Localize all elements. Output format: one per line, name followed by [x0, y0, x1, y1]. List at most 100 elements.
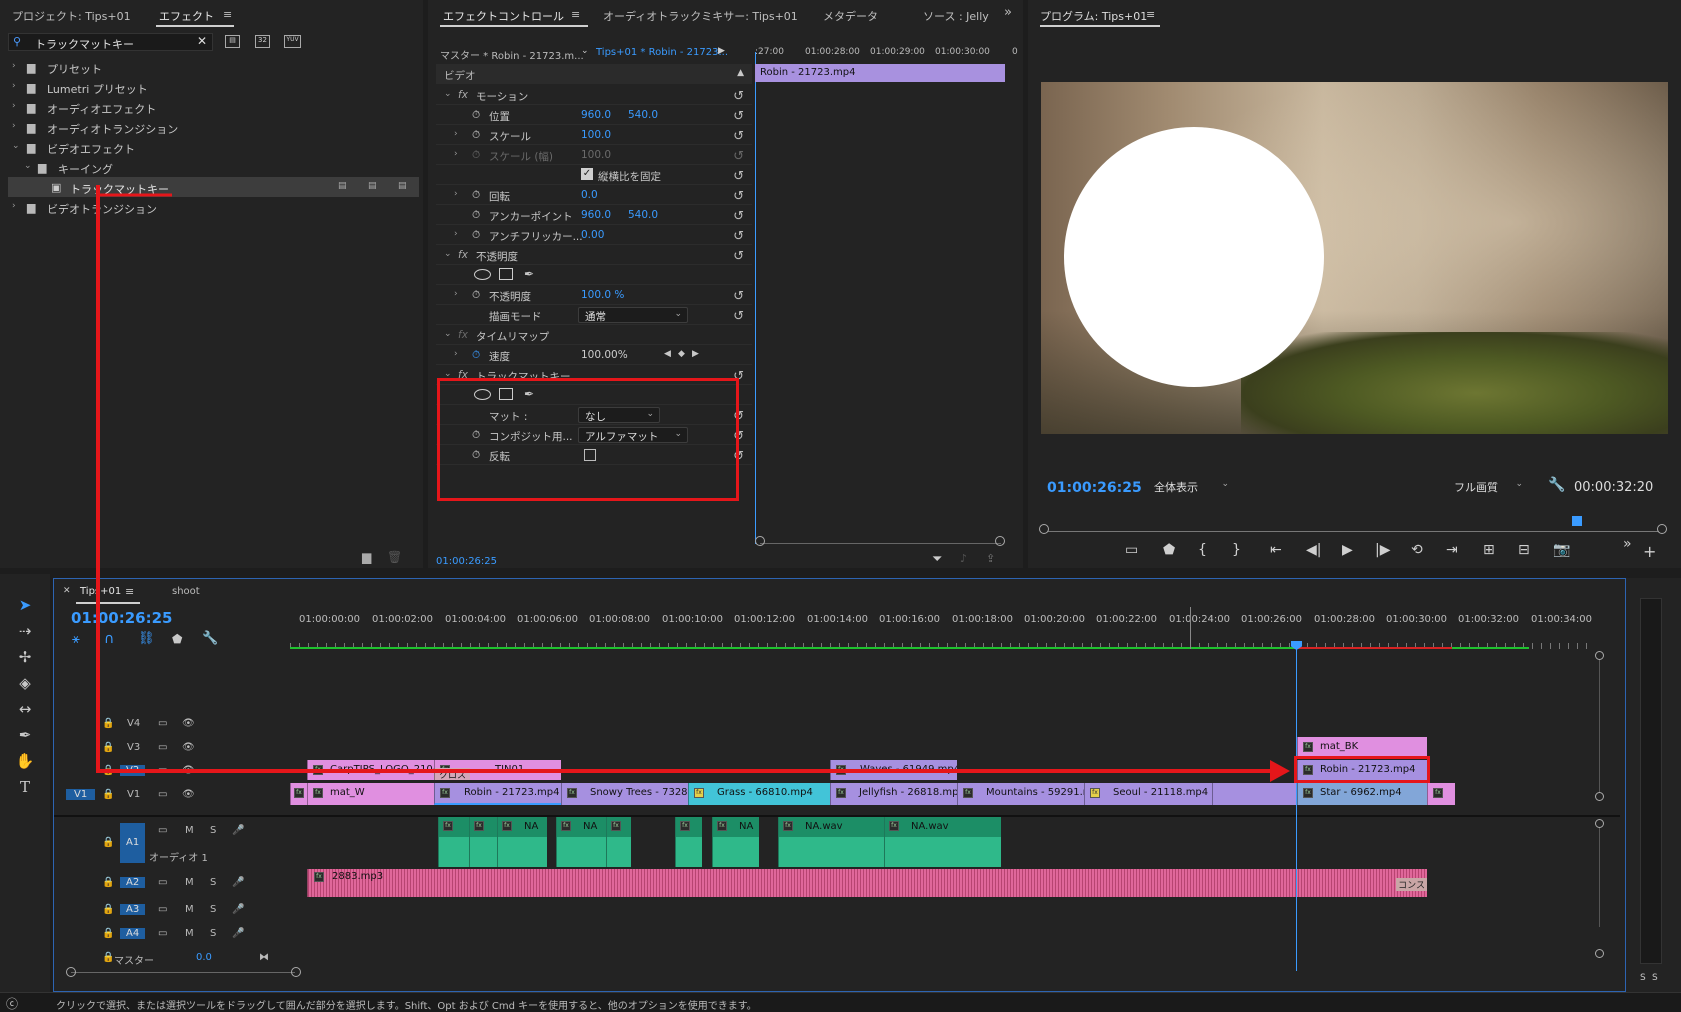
play-clip-icon[interactable]: ▶	[718, 46, 725, 56]
expand-arrow-icon[interactable]: ›	[454, 149, 458, 159]
export-frame-icon[interactable]: 📷	[1553, 542, 1570, 558]
mic-icon[interactable]: 🎤	[232, 825, 244, 836]
add-marker-icon[interactable]: ⬟	[1163, 542, 1175, 558]
collapse-section-icon[interactable]: ▲	[737, 68, 744, 78]
button-editor-icon[interactable]: +	[1643, 542, 1656, 561]
clip-a2-music[interactable]: fx 2883.mp3 コンス	[307, 869, 1427, 897]
prev-keyframe-icon[interactable]: ◀	[664, 349, 671, 359]
tab-menu-icon[interactable]: ≡	[1146, 8, 1155, 21]
zoom-handle-right[interactable]	[995, 536, 1005, 546]
stopwatch-icon[interactable]: ⏱	[472, 349, 480, 362]
mute-button[interactable]: M	[185, 825, 194, 836]
scale-value[interactable]: 100.0	[581, 129, 611, 141]
sync-lock-icon[interactable]: ▭	[158, 877, 167, 888]
zoom-handle-left[interactable]	[755, 536, 765, 546]
delete-icon[interactable]: 🗑	[387, 550, 402, 564]
step-forward-icon[interactable]: |▶	[1375, 542, 1390, 558]
mini-zoom-bar[interactable]	[760, 543, 1001, 544]
timeline-tab-shoot[interactable]: shoot	[172, 586, 200, 597]
horizontal-zoom-bar[interactable]	[71, 972, 295, 973]
tree-item-audio-transitions[interactable]: › ▆ オーディオトランジション	[0, 117, 423, 137]
position-x-value[interactable]: 960.0	[581, 109, 611, 121]
tab-audio-mixer[interactable]: オーディオトラックミキサー: Tips+01	[603, 8, 798, 24]
reset-icon[interactable]: ↺	[733, 209, 744, 224]
ripple-edit-tool-icon[interactable]: ✢	[14, 648, 36, 670]
sync-lock-icon[interactable]: ▭	[158, 789, 167, 800]
collapse-arrow-icon[interactable]: ⌄	[24, 161, 32, 171]
scrubber-start-handle[interactable]	[1039, 524, 1049, 534]
scroll-handle[interactable]	[1595, 792, 1604, 801]
tab-metadata[interactable]: メタデータ	[823, 8, 878, 24]
program-scrubber[interactable]	[1039, 516, 1667, 534]
rotation-value[interactable]: 0.0	[581, 189, 598, 201]
clip-v1-grass[interactable]: fx Grass - 66810.mp4	[688, 783, 830, 805]
more-controls-icon[interactable]: »	[1623, 536, 1632, 552]
yuv-icon[interactable]: YUV	[284, 35, 301, 48]
wrench-icon[interactable]: 🔧	[1548, 477, 1565, 493]
clip-a1-1[interactable]: fx	[438, 817, 469, 867]
collapse-arrow-icon[interactable]: ⌄	[444, 329, 452, 339]
effect-opacity[interactable]: ⌄ fx 不透明度 ↺	[436, 245, 752, 265]
stopwatch-icon[interactable]: ⏱	[472, 289, 480, 302]
nest-toggle-icon[interactable]: ⚹	[72, 632, 80, 647]
mini-clip[interactable]: Robin - 21723.mp4	[755, 64, 1005, 82]
fx-icon[interactable]: fx	[458, 249, 468, 261]
reset-icon[interactable]: ↺	[733, 109, 744, 124]
razor-tool-icon[interactable]: ◈	[14, 674, 36, 696]
speed-value[interactable]: 100.00%	[581, 349, 628, 361]
stopwatch-icon[interactable]: ⏱	[472, 129, 480, 142]
mute-button[interactable]: M	[185, 928, 194, 939]
solo-button[interactable]: S	[210, 904, 216, 915]
expand-arrow-icon[interactable]: ›	[12, 101, 16, 111]
tab-menu-icon[interactable]: ≡	[223, 8, 232, 21]
tab-project[interactable]: プロジェクト: Tips+01	[12, 8, 131, 24]
eye-icon[interactable]: 👁	[182, 718, 195, 729]
clip-v1-mountains[interactable]: fxMountains - 59291.mp4	[957, 783, 1084, 805]
filter-icon[interactable]: ⏷	[932, 552, 942, 567]
tree-item-video-transitions[interactable]: › ▆ ビデオトランジション	[0, 197, 423, 217]
tree-item-keying[interactable]: ⌄ ▆ キーイング	[0, 157, 423, 177]
mic-icon[interactable]: 🎤	[232, 877, 244, 888]
ellipse-mask-icon[interactable]	[474, 269, 491, 280]
go-to-end-icon[interactable]: ⧓	[259, 952, 269, 963]
reset-icon[interactable]: ↺	[733, 229, 744, 244]
sync-lock-icon[interactable]: ▭	[158, 718, 167, 729]
reset-icon[interactable]: ↺	[733, 149, 744, 164]
lock-icon[interactable]: 🔒	[102, 789, 114, 800]
collapse-arrow-icon[interactable]: ⌄	[444, 249, 452, 259]
clip-v1-end[interactable]: fx	[1427, 783, 1455, 805]
clip-v1-robin[interactable]: fx Robin - 21723.mp4	[434, 783, 561, 805]
clip-v2-waves[interactable]: fx Waves - 61949.mp4	[830, 760, 957, 780]
clip-a1-na-2[interactable]: fx NA	[556, 817, 606, 867]
fx-icon[interactable]: fx	[458, 89, 468, 101]
transition-end-label[interactable]: コンス	[1396, 878, 1427, 891]
scroll-handle[interactable]	[1595, 949, 1604, 958]
chevron-down-icon[interactable]: ⌄	[581, 46, 589, 56]
lock-icon[interactable]: 🔒	[102, 952, 114, 963]
tree-item-video-effects[interactable]: ⌄ ▆ ビデオエフェクト	[0, 137, 423, 157]
expand-arrow-icon[interactable]: ›	[12, 201, 16, 211]
selection-tool-icon[interactable]: ➤	[14, 596, 36, 618]
next-keyframe-icon[interactable]: ▶	[692, 349, 699, 359]
zoom-select[interactable]: 全体表示 ⌄	[1148, 478, 1234, 494]
linked-selection-icon[interactable]: ⛓	[138, 631, 155, 646]
sync-lock-icon[interactable]: ▭	[158, 765, 167, 776]
go-to-in-icon[interactable]: ⇤	[1270, 542, 1282, 558]
clip-a1-4[interactable]: fx	[675, 817, 702, 867]
tab-source[interactable]: ソース : Jelly	[923, 8, 989, 24]
mic-icon[interactable]: 🎤	[232, 928, 244, 939]
tab-effects[interactable]: エフェクト	[159, 8, 214, 24]
eye-icon[interactable]: 👁	[182, 765, 195, 776]
clip-v1-jellyfish[interactable]: fx Jellyfish - 26818.mp4	[830, 783, 957, 805]
lock-icon[interactable]: 🔒	[102, 765, 114, 776]
video-track-scrollbar[interactable]	[1599, 659, 1600, 793]
source-patch-v1[interactable]: V1	[66, 789, 96, 800]
clip-a1-na-wav-2[interactable]: fx NA.wav	[884, 817, 1001, 867]
mic-icon[interactable]: 🎤	[232, 904, 244, 915]
tab-effect-controls[interactable]: エフェクトコントロール	[443, 8, 564, 24]
expand-arrow-icon[interactable]: ›	[12, 121, 16, 131]
tab-menu-icon[interactable]: ≡	[571, 8, 580, 21]
search-field[interactable]: ⚲ トラックマットキー ✕	[8, 33, 213, 51]
clip-a1-na-wav-1[interactable]: fx NA.wav	[778, 817, 884, 867]
mute-button[interactable]: M	[185, 904, 194, 915]
